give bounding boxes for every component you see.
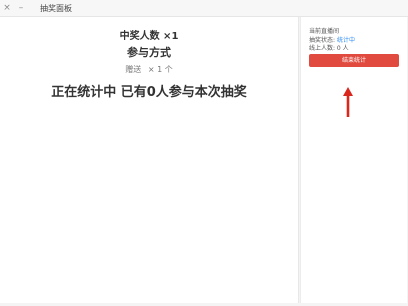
room-info: 当前直播间 (309, 28, 340, 35)
gift-multiplier: × 1 个 (147, 65, 173, 74)
participation-title: 参与方式 (127, 46, 171, 59)
gift-line: 赠送 × 1 个 (0, 64, 298, 75)
close-icon[interactable]: × (2, 0, 12, 16)
gift-label: 赠送 (125, 65, 142, 74)
online-count: 线上人数: 0 人 (309, 45, 349, 52)
end-statistics-button[interactable]: 结束统计 (309, 54, 399, 67)
title-bar: × – 抽奖面板 (0, 0, 408, 17)
lottery-window: × – 抽奖面板 中奖人数 ×1 参与方式 赠送 × 1 个 正在统计中 已有0… (0, 0, 408, 306)
winners-count: 中奖人数 ×1 (119, 31, 179, 42)
arrow-up-icon (343, 87, 353, 117)
minimize-icon[interactable]: – (16, 0, 26, 16)
status-message: 正在统计中 已有0人参与本次抽奖 (51, 85, 247, 100)
lottery-sidebar: 当前直播间 抽奖状态: 统计中 线上人数: 0 人 结束统计 (300, 17, 407, 303)
window-title: 抽奖面板 (40, 3, 72, 13)
lottery-main-panel: 中奖人数 ×1 参与方式 赠送 × 1 个 正在统计中 已有0人参与本次抽奖 (0, 17, 299, 303)
